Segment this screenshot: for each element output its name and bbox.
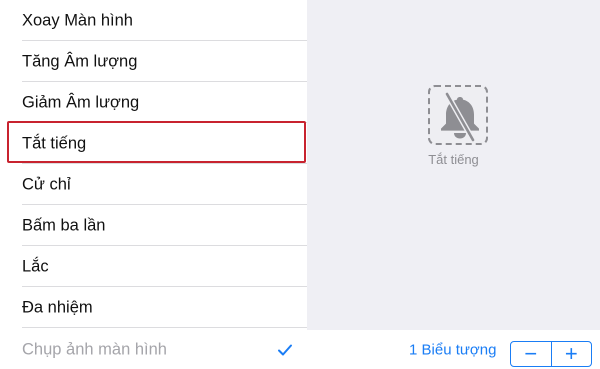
icon-count-label: 1 Biểu tượng (409, 341, 497, 358)
list-item-label: Bấm ba lần (22, 216, 106, 234)
list-item-chup-anh-man-hinh[interactable]: Chụp ảnh màn hình (0, 329, 307, 369)
list-item-label: Đa nhiệm (22, 298, 93, 316)
list-item-da-nhiem[interactable]: Đa nhiệm (0, 287, 307, 328)
plus-icon: + (564, 341, 578, 366)
action-list: Xoay Màn hình Tăng Âm lượng Giảm Âm lượn… (0, 0, 307, 369)
divider (22, 327, 307, 328)
list-item-cu-chi[interactable]: Cử chỉ (0, 164, 307, 205)
minus-icon: − (524, 341, 538, 366)
list-item-tang-am-luong[interactable]: Tăng Âm lượng (0, 41, 307, 82)
list-item-label: Tắt tiếng (22, 134, 87, 152)
list-item-xoay-man-hinh[interactable]: Xoay Màn hình (0, 0, 307, 41)
increase-button[interactable]: + (550, 341, 592, 366)
list-item-label: Cử chỉ (22, 175, 71, 193)
mute-action-tile[interactable] (428, 85, 488, 145)
decrease-button[interactable]: − (511, 342, 551, 366)
list-item-label: Chụp ảnh màn hình (22, 340, 167, 358)
list-item-tat-tieng[interactable]: Tắt tiếng (0, 123, 307, 164)
preview-panel: Tắt tiếng (307, 0, 600, 330)
list-item-label: Tăng Âm lượng (22, 52, 138, 70)
list-item-label: Lắc (22, 257, 49, 275)
icon-count-stepper: − + (510, 341, 592, 367)
checkmark-icon (278, 344, 292, 355)
list-item-giam-am-luong[interactable]: Giảm Âm lượng (0, 82, 307, 123)
preview-caption: Tắt tiếng (428, 152, 479, 167)
bottom-toolbar: 1 Biểu tượng − + (307, 330, 600, 369)
list-item-label: Giảm Âm lượng (22, 93, 140, 111)
list-item-bam-ba-lan[interactable]: Bấm ba lần (0, 205, 307, 246)
bell-slash-icon (441, 91, 479, 143)
list-item-lac[interactable]: Lắc (0, 246, 307, 287)
list-item-label: Xoay Màn hình (22, 11, 133, 29)
